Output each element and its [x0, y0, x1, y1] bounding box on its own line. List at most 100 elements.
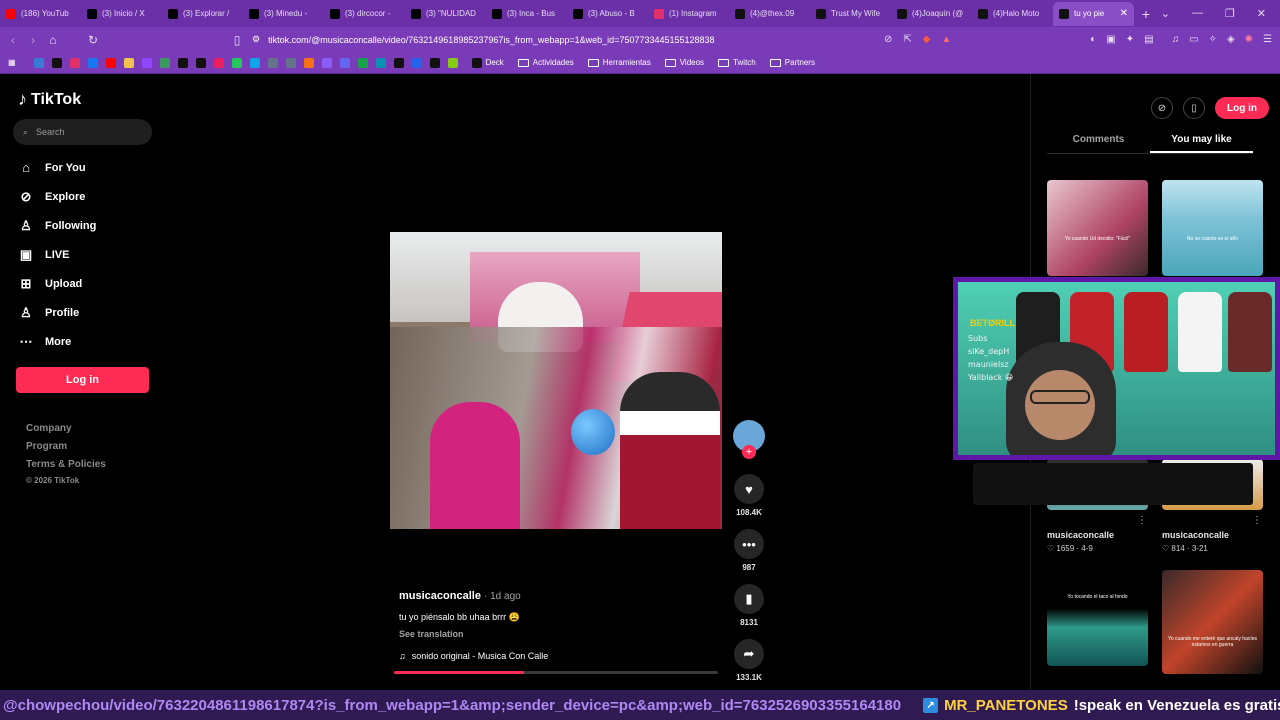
bookmark-favicon-4[interactable]: [213, 57, 224, 68]
vpn-icon[interactable]: ◈: [1227, 34, 1235, 45]
bookmark-favicon-15[interactable]: [411, 57, 422, 68]
creator-avatar[interactable]: +: [733, 420, 765, 459]
no-tracking-icon[interactable]: ⊘: [884, 34, 892, 45]
footer-program-link[interactable]: Program: [26, 438, 106, 456]
puzzle-icon[interactable]: ✦: [1126, 34, 1134, 45]
browser-tab-1[interactable]: (186) YouTub: [0, 2, 81, 26]
suggested-video-thumb[interactable]: Yo cuando Ud decidio: "Fácil": [1047, 180, 1148, 276]
facebook-bookmark-icon[interactable]: [87, 57, 98, 68]
warning-icon[interactable]: ▲: [941, 34, 951, 45]
bookmark-favicon-11[interactable]: [339, 57, 350, 68]
browser-tab-4[interactable]: (3) Minedu -: [243, 2, 324, 26]
music-line[interactable]: ♫ sonido original - Musica Con Calle: [399, 651, 729, 661]
bookmark-favicon-14[interactable]: [393, 57, 404, 68]
bookmark-folder-partners[interactable]: Partners: [769, 58, 815, 67]
bookmark-favicon-2[interactable]: [123, 57, 134, 68]
bookmark-favicon-6[interactable]: [249, 57, 260, 68]
video-player[interactable]: [390, 232, 722, 529]
comment-action[interactable]: ••• 987: [731, 529, 767, 572]
bookmark-icon[interactable]: ▯: [227, 33, 247, 47]
login-button[interactable]: Log in: [16, 367, 149, 393]
browser-tab-10[interactable]: (4)@thex.09: [729, 2, 810, 26]
bookmark-favicon[interactable]: [33, 57, 44, 68]
nav-following[interactable]: ♙ Following: [18, 211, 158, 240]
nav-explore[interactable]: ⊘ Explore: [18, 182, 158, 211]
bookmark-folder-twitch[interactable]: Twitch: [718, 58, 756, 67]
wallet-icon[interactable]: ▭: [1189, 34, 1198, 45]
suggested-video-thumb[interactable]: Yo tocando el taco al fondo: [1047, 570, 1148, 666]
browser-tab-11[interactable]: Trust My Wife: [810, 2, 891, 26]
collapse-icon[interactable]: ⌄: [1161, 7, 1170, 20]
video-progress-bar[interactable]: [394, 671, 718, 674]
tiktok-logo[interactable]: ♪ TikTok: [18, 89, 81, 110]
suggested-author[interactable]: musicaconcalle: [1047, 530, 1114, 540]
translate-icon[interactable]: ◐: [1090, 34, 1096, 45]
browser-tab-12[interactable]: (4)Joaquín (@: [891, 2, 972, 26]
follow-plus-icon[interactable]: +: [742, 445, 756, 459]
bookmark-favicon-9[interactable]: [303, 57, 314, 68]
bookmark-save-icon[interactable]: ▮: [734, 584, 764, 614]
browser-tab-9[interactable]: (1) Instagram: [648, 2, 729, 26]
site-settings-icon[interactable]: ⚙: [252, 34, 260, 45]
apps-icon[interactable]: ▦: [8, 58, 16, 67]
see-translation-link[interactable]: See translation: [399, 629, 729, 639]
tab-you-may-like[interactable]: You may like: [1150, 130, 1253, 153]
browser-tab-5[interactable]: (3) dircocor -: [324, 2, 405, 26]
login-button-top[interactable]: Log in: [1215, 97, 1269, 119]
browser-tab-8[interactable]: (3) Abuso - B: [567, 2, 648, 26]
suggested-author[interactable]: musicaconcalle: [1162, 530, 1229, 540]
tiktok-bookmark-icon[interactable]: [51, 57, 62, 68]
comment-icon[interactable]: •••: [734, 529, 764, 559]
browser-tab-13[interactable]: (4)Halo Moto: [972, 2, 1053, 26]
rewards-icon[interactable]: ✺: [1245, 34, 1253, 45]
minimize-icon[interactable]: —: [1192, 7, 1203, 20]
back-icon[interactable]: ‹: [3, 33, 23, 47]
music-icon[interactable]: ♫: [1172, 34, 1180, 45]
browser-tab-2[interactable]: (3) Inicio / X: [81, 2, 162, 26]
suggested-video-thumb[interactable]: Yo cuando me enteré que ancaly hacíes es…: [1162, 570, 1263, 674]
share-arrow-icon[interactable]: ➦: [734, 639, 764, 669]
bookmark-favicon-10[interactable]: [321, 57, 332, 68]
bookmark-favicon-3[interactable]: [159, 57, 170, 68]
device-icon[interactable]: ▯: [1183, 97, 1205, 119]
browser-tab-6[interactable]: (3) "NULIDAD: [405, 2, 486, 26]
forward-icon[interactable]: ›: [23, 33, 43, 47]
restore-icon[interactable]: ❐: [1225, 7, 1235, 20]
instagram-bookmark-icon[interactable]: [69, 57, 80, 68]
reload-icon[interactable]: ↻: [83, 33, 103, 47]
nav-more[interactable]: ⋯ More: [18, 327, 158, 356]
twitch-bookmark-icon[interactable]: [141, 57, 152, 68]
close-window-icon[interactable]: ✕: [1257, 7, 1266, 20]
bookmark-deck[interactable]: Deck: [471, 57, 504, 68]
url-field[interactable]: ⚙ tiktok.com/@musicaconcalle/video/76321…: [252, 30, 972, 49]
nav-upload[interactable]: ⊞ Upload: [18, 269, 158, 298]
leo-icon[interactable]: ✧: [1209, 34, 1217, 45]
bookmark-favicon-8[interactable]: [285, 57, 296, 68]
more-options-icon[interactable]: ⋮: [1252, 515, 1262, 526]
author-name[interactable]: musicaconcalle: [399, 590, 481, 602]
nav-for-you[interactable]: ⌂ For You: [18, 153, 158, 182]
like-action[interactable]: ♥ 108.4K: [731, 474, 767, 517]
browser-tab-3[interactable]: (3) Explorar /: [162, 2, 243, 26]
share-icon[interactable]: ⇱: [903, 34, 911, 45]
browser-tab-7[interactable]: (3) Inca - Bus: [486, 2, 567, 26]
suggested-video-thumb[interactable]: No se cuanto es el año: [1162, 180, 1263, 276]
footer-terms-link[interactable]: Terms & Policies: [26, 456, 106, 474]
bookmark-favicon-13[interactable]: [375, 57, 386, 68]
bookmark-favicon-17[interactable]: [447, 57, 458, 68]
extension-icon[interactable]: ▣: [1106, 34, 1115, 45]
shield-icon[interactable]: ◆: [923, 34, 931, 45]
bookmark-favicon-5[interactable]: [231, 57, 242, 68]
x-bookmark-icon[interactable]: [177, 57, 188, 68]
save-action[interactable]: ▮ 8131: [731, 584, 767, 627]
nav-profile[interactable]: ♙ Profile: [18, 298, 158, 327]
browser-tab-active[interactable]: tu yo pie ✕: [1053, 1, 1134, 26]
search-input[interactable]: ⌕ Search: [13, 119, 152, 145]
bookmark-favicon-16[interactable]: [429, 57, 440, 68]
bookmark-folder-videos[interactable]: Videos: [664, 58, 704, 67]
nav-live[interactable]: ▣ LIVE: [18, 240, 158, 269]
footer-company-link[interactable]: Company: [26, 420, 106, 438]
tab-comments[interactable]: Comments: [1047, 130, 1150, 153]
heart-icon[interactable]: ♥: [734, 474, 764, 504]
new-tab-button[interactable]: +: [1134, 6, 1158, 22]
